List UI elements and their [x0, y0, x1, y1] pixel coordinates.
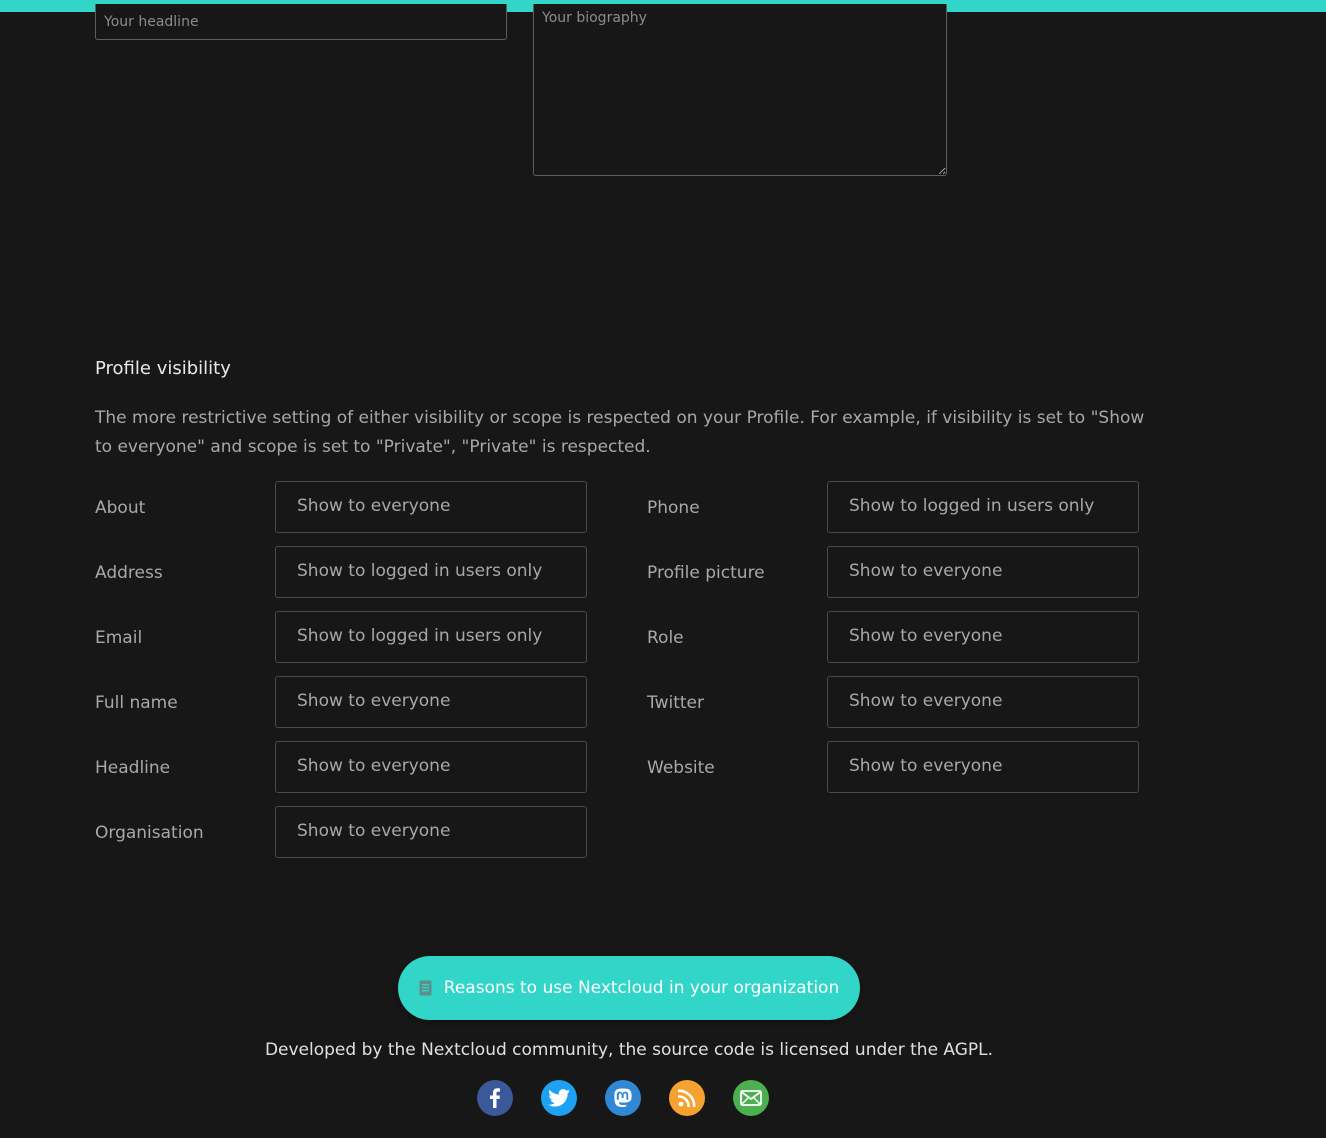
visibility-label: Full name — [95, 693, 178, 713]
visibility-row-about: About Show to everyone — [95, 481, 587, 533]
visibility-select-phone[interactable]: Show to logged in users only — [827, 481, 1139, 533]
profile-visibility-description: The more restrictive setting of either v… — [95, 408, 1145, 457]
visibility-select-headline[interactable]: Show to everyone — [275, 741, 587, 793]
document-icon — [419, 980, 432, 996]
twitter-icon[interactable] — [541, 1080, 577, 1116]
visibility-select-website[interactable]: Show to everyone — [827, 741, 1139, 793]
visibility-label: Profile picture — [647, 563, 765, 583]
visibility-row-twitter: Twitter Show to everyone — [647, 676, 1139, 728]
visibility-label: Role — [647, 628, 684, 648]
biography-textarea[interactable] — [533, 4, 947, 176]
visibility-label: About — [95, 498, 146, 518]
visibility-row-profile-picture: Profile picture Show to everyone — [647, 546, 1139, 598]
visibility-label: Address — [95, 563, 163, 583]
visibility-row-organisation: Organisation Show to everyone — [95, 806, 587, 858]
visibility-select-role[interactable]: Show to everyone — [827, 611, 1139, 663]
visibility-label: Twitter — [647, 693, 704, 713]
visibility-label: Headline — [95, 758, 171, 778]
visibility-row-address: Address Show to logged in users only — [95, 546, 587, 598]
visibility-select-twitter[interactable]: Show to everyone — [827, 676, 1139, 728]
visibility-row-role: Role Show to everyone — [647, 611, 1139, 663]
visibility-label: Phone — [647, 498, 700, 518]
headline-input[interactable] — [95, 4, 507, 40]
visibility-label: Website — [647, 758, 715, 778]
visibility-select-email[interactable]: Show to logged in users only — [275, 611, 587, 663]
reasons-to-use-nextcloud-button[interactable]: Reasons to use Nextcloud in your organiz… — [398, 956, 860, 1020]
footer-credit: Developed by the Nextcloud community, th… — [264, 1040, 994, 1060]
visibility-row-email: Email Show to logged in users only — [95, 611, 587, 663]
reasons-button-label: Reasons to use Nextcloud in your organiz… — [443, 978, 840, 998]
visibility-select-about[interactable]: Show to everyone — [275, 481, 587, 533]
visibility-select-profile-picture[interactable]: Show to everyone — [827, 546, 1139, 598]
visibility-select-full-name[interactable]: Show to everyone — [275, 676, 587, 728]
visibility-label: Email — [95, 628, 143, 648]
mastodon-icon[interactable] — [605, 1080, 641, 1116]
email-icon[interactable] — [733, 1080, 769, 1116]
visibility-label: Organisation — [95, 823, 204, 843]
visibility-row-full-name: Full name Show to everyone — [95, 676, 587, 728]
facebook-icon[interactable] — [477, 1080, 513, 1116]
visibility-select-address[interactable]: Show to logged in users only — [275, 546, 587, 598]
rss-icon[interactable] — [669, 1080, 705, 1116]
profile-visibility-title: Profile visibility — [95, 358, 231, 379]
visibility-row-phone: Phone Show to logged in users only — [647, 481, 1139, 533]
visibility-row-headline: Headline Show to everyone — [95, 741, 587, 793]
visibility-row-website: Website Show to everyone — [647, 741, 1139, 793]
visibility-select-organisation[interactable]: Show to everyone — [275, 806, 587, 858]
